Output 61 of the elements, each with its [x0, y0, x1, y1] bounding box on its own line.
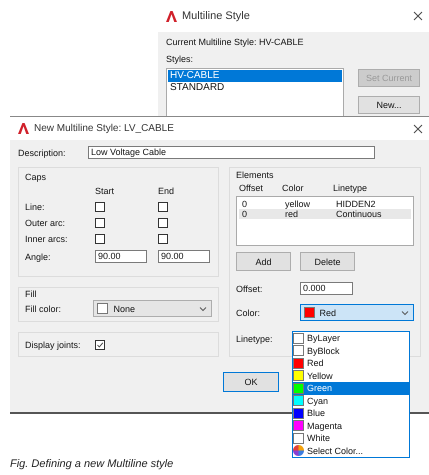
group-title: Elements	[236, 170, 275, 180]
group-title: Fill	[25, 289, 38, 299]
color-option[interactable]: ByLayer	[293, 332, 409, 344]
element-row[interactable]: 0 red Continuous	[239, 209, 411, 219]
delete-button[interactable]: Delete	[300, 252, 355, 271]
column-header: Offset	[239, 183, 264, 193]
cap-label: Outer arc:	[25, 218, 66, 228]
checkbox[interactable]	[95, 340, 105, 350]
angle-label: Angle:	[25, 252, 52, 262]
column-header: Linetype	[333, 183, 368, 193]
description-field[interactable]: Low Voltage Cable	[88, 146, 375, 159]
color-option[interactable]: Cyan	[293, 394, 409, 407]
column-header: Start	[95, 186, 116, 196]
close-icon[interactable]	[413, 124, 423, 134]
add-button[interactable]: Add	[236, 252, 291, 271]
column-header: Color	[282, 183, 305, 193]
logo-icon	[18, 123, 29, 134]
styles-label: Styles:	[166, 54, 194, 64]
color-option[interactable]: Magenta	[293, 420, 409, 432]
cap-label: Inner arcs:	[25, 234, 69, 244]
checkbox[interactable]	[158, 218, 168, 228]
current-style-label: Current Multiline Style: HV-CABLE	[166, 37, 305, 47]
color-option[interactable]: ByBlock	[293, 344, 409, 357]
angle-field[interactable]: 90.00	[158, 250, 210, 263]
close-icon[interactable]	[413, 11, 423, 21]
color-wheel-icon	[293, 445, 304, 456]
color-option[interactable]: Yellow	[293, 370, 409, 382]
checkbox[interactable]	[95, 202, 105, 212]
checkbox[interactable]	[158, 234, 168, 244]
new-button[interactable]: New...	[358, 96, 420, 114]
color-option[interactable]: White	[293, 432, 409, 444]
window-title: New Multiline Style: LV_CABLE	[34, 123, 175, 134]
group-title: Caps	[25, 172, 48, 182]
ok-button[interactable]: OK	[223, 372, 279, 392]
color-dropdown[interactable]: Red	[300, 304, 414, 321]
offset-label: Offset:	[236, 284, 264, 294]
style-item[interactable]: HV-CABLE	[168, 70, 342, 82]
display-joints-label: Display joints:	[25, 340, 82, 350]
linetype-label: Linetype:	[236, 334, 273, 344]
fill-color-label: Fill color:	[25, 304, 62, 314]
color-option[interactable]: Red	[293, 357, 409, 370]
window-title: Multiline Style	[182, 10, 251, 22]
color-option[interactable]: Blue	[293, 407, 409, 420]
color-option[interactable]: Green	[293, 382, 409, 394]
element-row[interactable]: 0 yellow HIDDEN2	[239, 199, 411, 209]
column-header: End	[158, 186, 176, 196]
chevron-icon	[401, 310, 409, 316]
cap-label: Line:	[25, 202, 46, 212]
chevron-icon	[199, 306, 207, 312]
style-item[interactable]: STANDARD	[168, 82, 342, 94]
figure-caption: Fig. Defining a new Multiline style	[10, 458, 174, 470]
checkbox[interactable]	[95, 234, 105, 244]
logo-icon	[166, 10, 177, 22]
fill-color-dropdown[interactable]: None	[93, 300, 212, 317]
checkbox[interactable]	[95, 218, 105, 228]
color-option[interactable]: Select Color...	[293, 444, 409, 457]
offset-field[interactable]: 0.000	[300, 282, 353, 295]
description-label: Description:	[18, 148, 67, 158]
angle-field[interactable]: 90.00	[95, 250, 147, 263]
color-label: Color:	[236, 308, 262, 318]
checkbox[interactable]	[158, 202, 168, 212]
